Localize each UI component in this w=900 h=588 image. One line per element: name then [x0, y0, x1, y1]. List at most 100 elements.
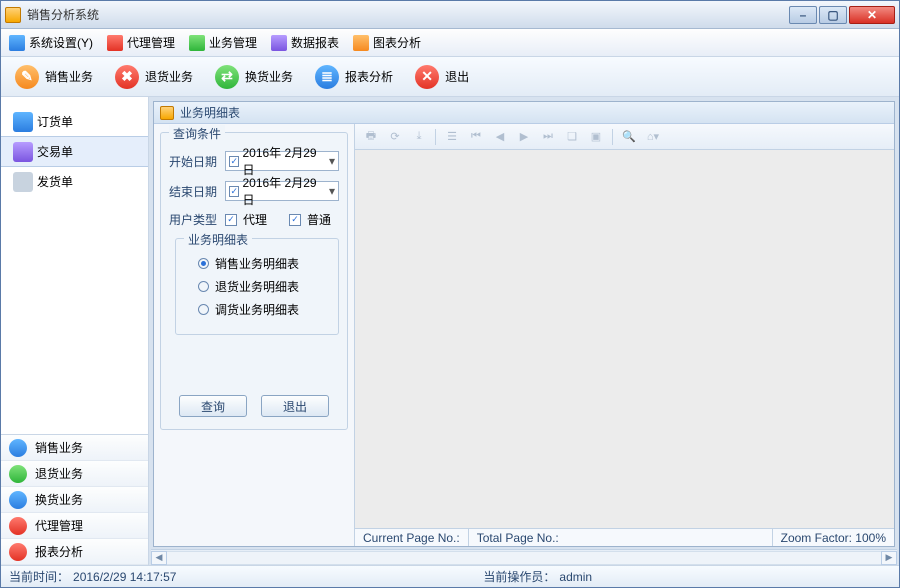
child-title-text: 业务明细表 — [180, 104, 240, 121]
stack-sales[interactable]: 销售业务 — [1, 435, 148, 461]
query-button[interactable]: 查询 — [179, 395, 247, 417]
check-icon — [189, 35, 205, 51]
refresh-icon[interactable]: ⟳ — [387, 129, 403, 145]
radio-transfer-detail[interactable]: 调货业务明细表 — [184, 301, 330, 318]
exit-button[interactable]: 退出 — [261, 395, 329, 417]
end-date-row: 结束日期 ✓2016年 2月29日 ▾ — [169, 181, 339, 201]
start-date-check[interactable]: ✓ — [229, 156, 239, 167]
user-type-label: 用户类型 — [169, 211, 219, 228]
return-icon — [9, 465, 27, 483]
sidebar-item-order[interactable]: 订货单 — [1, 107, 148, 136]
sidebar-item-shipping[interactable]: 发货单 — [1, 167, 148, 196]
detail-groupbox: 业务明细表 销售业务明细表 退货业务明细表 调货业务明细表 — [175, 238, 339, 335]
radio-icon — [198, 281, 209, 292]
menu-system[interactable]: 系统设置(Y) — [9, 34, 93, 51]
report-statusbar: Current Page No.: Total Page No.: Zoom F… — [355, 528, 894, 546]
stack-report[interactable]: 报表分析 — [1, 539, 148, 565]
start-date-row: 开始日期 ✓2016年 2月29日 ▾ — [169, 151, 339, 171]
print-icon[interactable]: 🖶 — [363, 129, 379, 145]
gear-icon — [9, 35, 25, 51]
content: 订货单 交易单 发货单 销售业务 退货业务 换货业务 代理管理 报表分析 业务明… — [1, 97, 899, 565]
status-time: 当前时间： 2016/2/29 14:17:57 — [9, 568, 176, 585]
transaction-icon — [13, 142, 33, 162]
user-type-row: 用户类型 ✓ 代理 ✓ 普通 — [169, 211, 339, 228]
sidebar-item-transaction[interactable]: 交易单 — [1, 136, 148, 167]
tb-returns[interactable]: ✖退货业务 — [109, 63, 199, 91]
find-icon[interactable]: 🔍 — [621, 129, 637, 145]
detail-legend: 业务明细表 — [184, 231, 252, 248]
end-date-picker[interactable]: ✓2016年 2月29日 ▾ — [225, 181, 339, 201]
statusbar: 当前时间： 2016/2/29 14:17:57 当前操作员： admin — [1, 565, 899, 587]
pencil-icon: ✎ — [15, 65, 39, 89]
tb-exit[interactable]: ✕退出 — [409, 63, 475, 91]
menu-data-report[interactable]: 数据报表 — [271, 34, 339, 51]
normal-label: 普通 — [307, 211, 331, 228]
stack-agent[interactable]: 代理管理 — [1, 513, 148, 539]
sidebar-stack: 销售业务 退货业务 换货业务 代理管理 报表分析 — [1, 434, 148, 565]
stack-exchange[interactable]: 换货业务 — [1, 487, 148, 513]
globe-icon — [9, 439, 27, 457]
start-date-picker[interactable]: ✓2016年 2月29日 ▾ — [225, 151, 339, 171]
query-buttons: 查询 退出 — [169, 395, 339, 417]
radio-returns-detail[interactable]: 退货业务明细表 — [184, 278, 330, 295]
sidebar: 订货单 交易单 发货单 销售业务 退货业务 换货业务 代理管理 报表分析 — [1, 97, 149, 565]
goto-icon[interactable]: ❏ — [564, 129, 580, 145]
maximize-button[interactable]: ▢ — [819, 6, 847, 24]
pen-icon — [9, 517, 27, 535]
report-icon — [271, 35, 287, 51]
export-icon[interactable]: ⤓ — [411, 129, 427, 145]
report-toolbar: 🖶 ⟳ ⤓ ☰ ⏮ ◀ ▶ ⏭ ❏ ▣ 🔍 — [355, 124, 894, 150]
chevron-down-icon[interactable]: ▾ — [324, 154, 335, 168]
child-body: 查询条件 开始日期 ✓2016年 2月29日 ▾ 结束日期 — [154, 124, 894, 546]
radio-icon — [198, 304, 209, 315]
chart-icon — [353, 35, 369, 51]
app-icon — [5, 7, 21, 23]
search-icon — [9, 491, 27, 509]
agent-icon — [107, 35, 123, 51]
menu-business[interactable]: 业务管理 — [189, 34, 257, 51]
tb-report[interactable]: ≣报表分析 — [309, 63, 399, 91]
toolbar: ✎销售业务 ✖退货业务 ⇄换货业务 ≣报表分析 ✕退出 — [1, 57, 899, 97]
tb-sales[interactable]: ✎销售业务 — [9, 63, 99, 91]
last-page-icon[interactable]: ⏭ — [540, 129, 556, 145]
horizontal-scrollbar[interactable]: ◀ ▶ — [151, 549, 897, 565]
separator — [435, 129, 436, 145]
pen-icon — [9, 543, 27, 561]
close-button[interactable]: ✕ — [849, 6, 895, 24]
menu-chart[interactable]: 图表分析 — [353, 34, 421, 51]
tb-exchange[interactable]: ⇄换货业务 — [209, 63, 299, 91]
zoom-icon[interactable]: ⌂▾ — [645, 129, 661, 145]
report-canvas[interactable] — [355, 150, 894, 528]
normal-checkbox[interactable]: ✓ — [289, 214, 301, 226]
main-area: 业务明细表 查询条件 开始日期 ✓2016年 2月29日 ▾ — [149, 97, 899, 565]
tree-icon[interactable]: ☰ — [444, 129, 460, 145]
window-title: 销售分析系统 — [27, 6, 789, 23]
scroll-track[interactable] — [167, 551, 881, 565]
agent-checkbox[interactable]: ✓ — [225, 214, 237, 226]
first-page-icon[interactable]: ⏮ — [468, 129, 484, 145]
stack-returns[interactable]: 退货业务 — [1, 461, 148, 487]
order-icon — [13, 112, 33, 132]
agent-label: 代理 — [243, 211, 267, 228]
exchange-icon: ⇄ — [215, 65, 239, 89]
stop-icon[interactable]: ▣ — [588, 129, 604, 145]
radio-icon — [198, 258, 209, 269]
report-icon: ≣ — [315, 65, 339, 89]
menu-agent[interactable]: 代理管理 — [107, 34, 175, 51]
prev-page-icon[interactable]: ◀ — [492, 129, 508, 145]
scroll-right-icon[interactable]: ▶ — [881, 551, 897, 565]
return-icon: ✖ — [115, 65, 139, 89]
scroll-left-icon[interactable]: ◀ — [151, 551, 167, 565]
query-groupbox: 查询条件 开始日期 ✓2016年 2月29日 ▾ 结束日期 — [160, 132, 348, 430]
query-legend: 查询条件 — [169, 125, 225, 142]
chevron-down-icon[interactable]: ▾ — [324, 184, 335, 198]
child-window: 业务明细表 查询条件 开始日期 ✓2016年 2月29日 ▾ — [153, 101, 895, 547]
app-window: 销售分析系统 – ▢ ✕ 系统设置(Y) 代理管理 业务管理 数据报表 图表分析… — [0, 0, 900, 588]
radio-sales-detail[interactable]: 销售业务明细表 — [184, 255, 330, 272]
minimize-button[interactable]: – — [789, 6, 817, 24]
start-date-label: 开始日期 — [169, 153, 219, 170]
total-page-label: Total Page No.: — [469, 529, 773, 546]
end-date-check[interactable]: ✓ — [229, 186, 239, 197]
child-titlebar: 业务明细表 — [154, 102, 894, 124]
next-page-icon[interactable]: ▶ — [516, 129, 532, 145]
